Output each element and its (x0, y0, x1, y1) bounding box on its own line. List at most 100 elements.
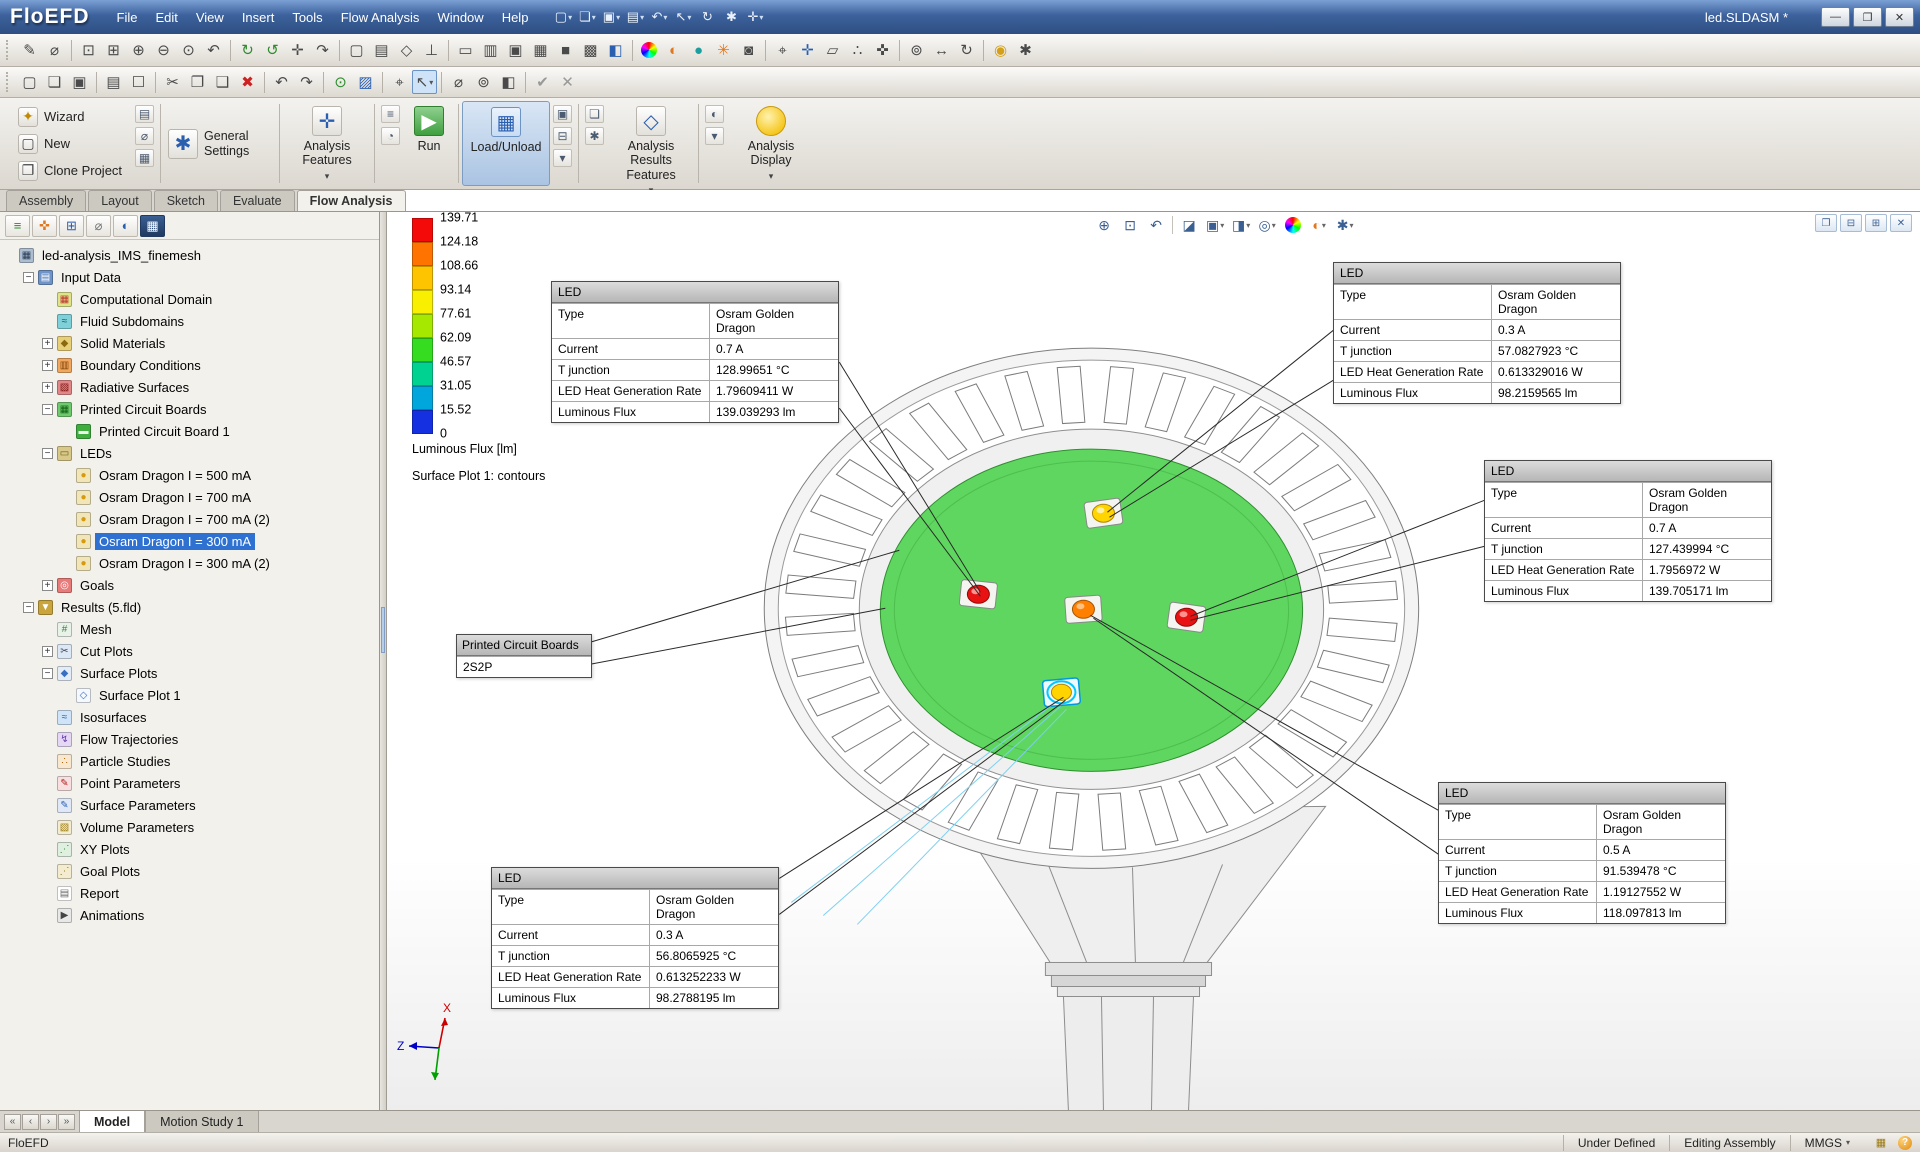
undo-icon[interactable]: ↶▾ (647, 7, 671, 28)
edit-color-icon[interactable]: ▨ (353, 70, 378, 94)
annotation-note-icon[interactable]: ▦ (1872, 1135, 1890, 1150)
menu-edit[interactable]: Edit (146, 7, 186, 28)
doc-tab-motion-study-1[interactable]: Motion Study 1 (145, 1111, 258, 1132)
calculation-control-icon[interactable]: ▦ (135, 149, 154, 167)
environment-icon[interactable]: ● (686, 38, 711, 62)
cut-icon[interactable]: ✂ (160, 70, 185, 94)
zoom-area-icon[interactable]: ⊡ (1118, 214, 1142, 236)
rebuild-model-icon[interactable]: ⊙ (328, 70, 353, 94)
delete-icon[interactable]: ✖ (235, 70, 260, 94)
results-options-icon[interactable]: ✱ (585, 127, 604, 145)
new-document-icon[interactable]: ▢ (17, 70, 42, 94)
shaded-with-edges-icon[interactable]: ▦ (528, 38, 553, 62)
tree-item-goals[interactable]: +◎Goals (0, 574, 379, 596)
print-icon[interactable]: ▤▾ (623, 7, 647, 28)
zoom-fit-icon[interactable]: ⊕ (1092, 214, 1116, 236)
tree-item-point-parameters[interactable]: ✎Point Parameters (0, 772, 379, 794)
select-arrow-icon[interactable]: ↖▾ (412, 70, 437, 94)
callout-led-bottom-right[interactable]: LEDTypeOsram Golden DragonCurrent0.5 AT … (1438, 782, 1726, 924)
apply-scene-icon[interactable]: ◐▾ (1307, 214, 1331, 236)
tree-item-printed-circuit-board-1[interactable]: ▬Printed Circuit Board 1 (0, 420, 379, 442)
hidden-lines-visible-icon[interactable]: ▥ (478, 38, 503, 62)
tab-evaluate[interactable]: Evaluate (220, 190, 295, 211)
tree-item-surface-parameters[interactable]: ✎Surface Parameters (0, 794, 379, 816)
load-unload-button[interactable]: ▦ Load/Unload (462, 101, 550, 186)
expand-icon[interactable]: + (42, 580, 53, 591)
display-dropdown-icon[interactable]: ▾ (705, 127, 724, 145)
tree-item-input-data[interactable]: −▤Input Data (0, 266, 379, 288)
hidden-lines-removed-icon[interactable]: ▣ (503, 38, 528, 62)
collapse-icon[interactable]: − (23, 272, 34, 283)
shaded-icon[interactable]: ■ (553, 38, 578, 62)
tree-item-osram-dragon-i-700-ma-2[interactable]: ●Osram Dragon I = 700 mA (2) (0, 508, 379, 530)
zoom-area-icon[interactable]: ⊞ (101, 38, 126, 62)
display-manager-icon[interactable]: ◐ (113, 215, 138, 237)
tree-item-osram-dragon-i-500-ma[interactable]: ●Osram Dragon I = 500 mA (0, 464, 379, 486)
help-icon[interactable]: ? (1898, 1136, 1912, 1150)
menu-window[interactable]: Window (428, 7, 492, 28)
coordinate-system-icon[interactable]: ✜ (870, 38, 895, 62)
menu-view[interactable]: View (187, 7, 233, 28)
analysis-display-button[interactable]: Analysis Display ▾ (727, 101, 815, 186)
viewport-maximize-icon[interactable]: ⊞ (1865, 214, 1887, 232)
file-properties-icon[interactable]: ✱ (719, 7, 743, 28)
tab-assembly[interactable]: Assembly (6, 190, 86, 211)
batch-run-icon[interactable]: ≡ (381, 105, 400, 123)
expand-icon[interactable]: + (42, 360, 53, 371)
wizard-button[interactable]: ✦ Wizard (14, 106, 126, 128)
tree-item-leds[interactable]: −▭LEDs (0, 442, 379, 464)
tab-scroll-right-icon[interactable]: › (40, 1114, 57, 1130)
save-icon[interactable]: ▣▾ (599, 7, 623, 28)
tree-item-mesh[interactable]: #Mesh (0, 618, 379, 640)
apply-scene-icon[interactable]: ◐ (661, 38, 686, 62)
tree-item-report[interactable]: ▤Report (0, 882, 379, 904)
front-view-icon[interactable]: ▢ (344, 38, 369, 62)
display-parameters-icon[interactable]: ◐ (705, 105, 724, 123)
doc-tab-model[interactable]: Model (79, 1111, 145, 1132)
zoom-selection-icon[interactable]: ⊙ (176, 38, 201, 62)
redraw-icon[interactable]: ↻ (235, 38, 260, 62)
tree-item-boundary-conditions[interactable]: +▥Boundary Conditions (0, 354, 379, 376)
engineering-database-icon[interactable]: ▤ (135, 105, 154, 123)
rotate-component-icon[interactable]: ↻ (954, 38, 979, 62)
copy-icon[interactable]: ❐ (185, 70, 210, 94)
unload-results-icon[interactable]: ⊟ (553, 127, 572, 145)
cancel-icon[interactable]: ✕ (555, 70, 580, 94)
zoom-out-icon[interactable]: ⊖ (151, 38, 176, 62)
collapse-icon[interactable]: − (42, 668, 53, 679)
rotate-view-icon[interactable]: ↺ (260, 38, 285, 62)
analysis-features-button[interactable]: ✛ Analysis Features ▾ (283, 101, 371, 186)
callout-led-top-right[interactable]: LEDTypeOsram Golden DragonCurrent0.3 AT … (1333, 262, 1621, 404)
edit-appearance-icon[interactable] (1285, 217, 1301, 233)
camera-icon[interactable]: ◙ (736, 38, 761, 62)
feature-manager-icon[interactable]: ≡ (5, 215, 30, 237)
menu-flow-analysis[interactable]: Flow Analysis (332, 7, 429, 28)
results-summary-icon[interactable]: ❏ (585, 105, 604, 123)
dimxpert-manager-icon[interactable]: ⌀ (86, 215, 111, 237)
led-marker-yellow[interactable] (1084, 498, 1123, 529)
callout-led-top-left[interactable]: LEDTypeOsram Golden DragonCurrent0.7 AT … (551, 281, 839, 423)
options-icon[interactable]: ✛▾ (743, 7, 767, 28)
tree-item-flow-trajectories[interactable]: ↯Flow Trajectories (0, 728, 379, 750)
close-button[interactable]: ✕ (1885, 7, 1914, 27)
led-marker-red-right[interactable] (1167, 602, 1206, 633)
tree-item-led-analysis-ims-finemesh[interactable]: ▦led-analysis_IMS_finemesh (0, 244, 379, 266)
flow-analysis-tree-icon[interactable]: ▦ (140, 215, 165, 237)
section-properties-icon[interactable]: ◧ (496, 70, 521, 94)
tree-item-solid-materials[interactable]: +◆Solid Materials (0, 332, 379, 354)
viewport-previous-icon[interactable]: ❐ (1815, 214, 1837, 232)
units-selector[interactable]: MMGS ▾ (1790, 1135, 1864, 1151)
shadows-icon[interactable]: ▩ (578, 38, 603, 62)
normal-to-icon[interactable]: ⊥ (419, 38, 444, 62)
tree-item-animations[interactable]: ▶Animations (0, 904, 379, 926)
callout-led-right[interactable]: LEDTypeOsram Golden DragonCurrent0.7 AT … (1484, 460, 1772, 602)
top-view-icon[interactable]: ▤ (369, 38, 394, 62)
units-icon[interactable]: ⌀ (135, 127, 154, 145)
zoom-fit-icon[interactable]: ⊡ (76, 38, 101, 62)
print-document-icon[interactable]: ▤ (101, 70, 126, 94)
tree-item-printed-circuit-boards[interactable]: −▦Printed Circuit Boards (0, 398, 379, 420)
tree-item-osram-dragon-i-700-ma[interactable]: ●Osram Dragon I = 700 mA (0, 486, 379, 508)
callout-printed-circuit-boards[interactable]: Printed Circuit Boards2S2P (456, 634, 592, 678)
display-style-icon[interactable]: ◨▾ (1229, 214, 1253, 236)
measure-icon[interactable]: ⌀ (446, 70, 471, 94)
